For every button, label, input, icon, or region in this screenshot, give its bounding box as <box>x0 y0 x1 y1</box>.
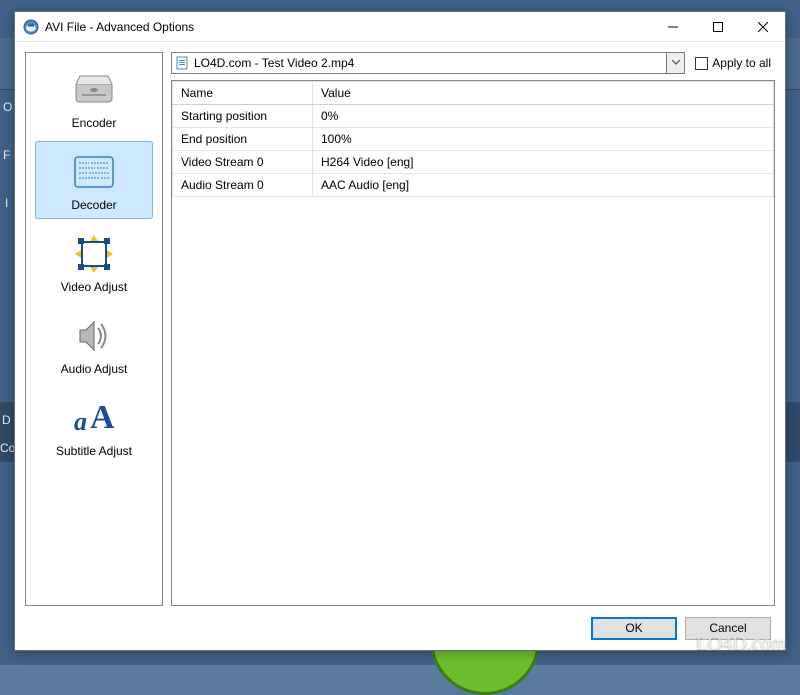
window-title: AVI File - Advanced Options <box>45 20 650 34</box>
file-selector[interactable]: LO4D.com - Test Video 2.mp4 <box>171 52 685 74</box>
col-name[interactable]: Name <box>173 82 313 105</box>
apply-to-all-checkbox[interactable] <box>695 57 708 70</box>
app-icon <box>23 19 39 35</box>
file-selector-text: LO4D.com - Test Video 2.mp4 <box>192 56 666 70</box>
sidebar-item-video-adjust[interactable]: Video Adjust <box>35 223 153 301</box>
sidebar-item-audio-adjust[interactable]: Audio Adjust <box>35 305 153 383</box>
audio-adjust-icon <box>38 312 150 360</box>
table-row[interactable]: Video Stream 0H264 Video [eng] <box>173 151 774 174</box>
watermark: LO4D.com <box>695 632 786 655</box>
close-button[interactable] <box>740 12 785 41</box>
sidebar-label: Encoder <box>38 114 150 134</box>
maximize-button[interactable] <box>695 12 740 41</box>
dialog-footer: OK Cancel <box>15 606 785 650</box>
apply-to-all[interactable]: Apply to all <box>691 56 775 70</box>
main-panel: LO4D.com - Test Video 2.mp4 Apply to all… <box>171 52 775 606</box>
chevron-down-icon[interactable] <box>666 53 684 73</box>
encoder-icon <box>38 66 150 114</box>
table-header-row: Name Value <box>173 82 774 105</box>
video-adjust-icon <box>38 230 150 278</box>
dialog-window: AVI File - Advanced Options Encoder Deco… <box>14 11 786 651</box>
sidebar: Encoder Decoder Video Adjust Audio Adjus… <box>25 52 163 606</box>
table-row[interactable]: End position100% <box>173 128 774 151</box>
svg-text:a: a <box>74 407 87 436</box>
subtitle-adjust-icon: aA <box>38 394 150 442</box>
sidebar-label: Subtitle Adjust <box>38 442 150 462</box>
table-row[interactable]: Audio Stream 0AAC Audio [eng] <box>173 174 774 197</box>
titlebar[interactable]: AVI File - Advanced Options <box>15 12 785 42</box>
decoder-icon <box>38 148 150 196</box>
ok-button[interactable]: OK <box>591 617 677 640</box>
sidebar-label: Decoder <box>38 196 150 216</box>
apply-to-all-label: Apply to all <box>712 56 771 70</box>
sidebar-item-subtitle-adjust[interactable]: aA Subtitle Adjust <box>35 387 153 465</box>
properties-table: Name Value Starting position0% End posit… <box>171 80 775 606</box>
sidebar-label: Audio Adjust <box>38 360 150 380</box>
sidebar-item-decoder[interactable]: Decoder <box>35 141 153 219</box>
table-row[interactable]: Starting position0% <box>173 105 774 128</box>
col-value[interactable]: Value <box>313 82 774 105</box>
minimize-button[interactable] <box>650 12 695 41</box>
sidebar-label: Video Adjust <box>38 278 150 298</box>
sidebar-item-encoder[interactable]: Encoder <box>35 59 153 137</box>
file-icon <box>172 56 192 70</box>
svg-text:A: A <box>90 399 115 436</box>
